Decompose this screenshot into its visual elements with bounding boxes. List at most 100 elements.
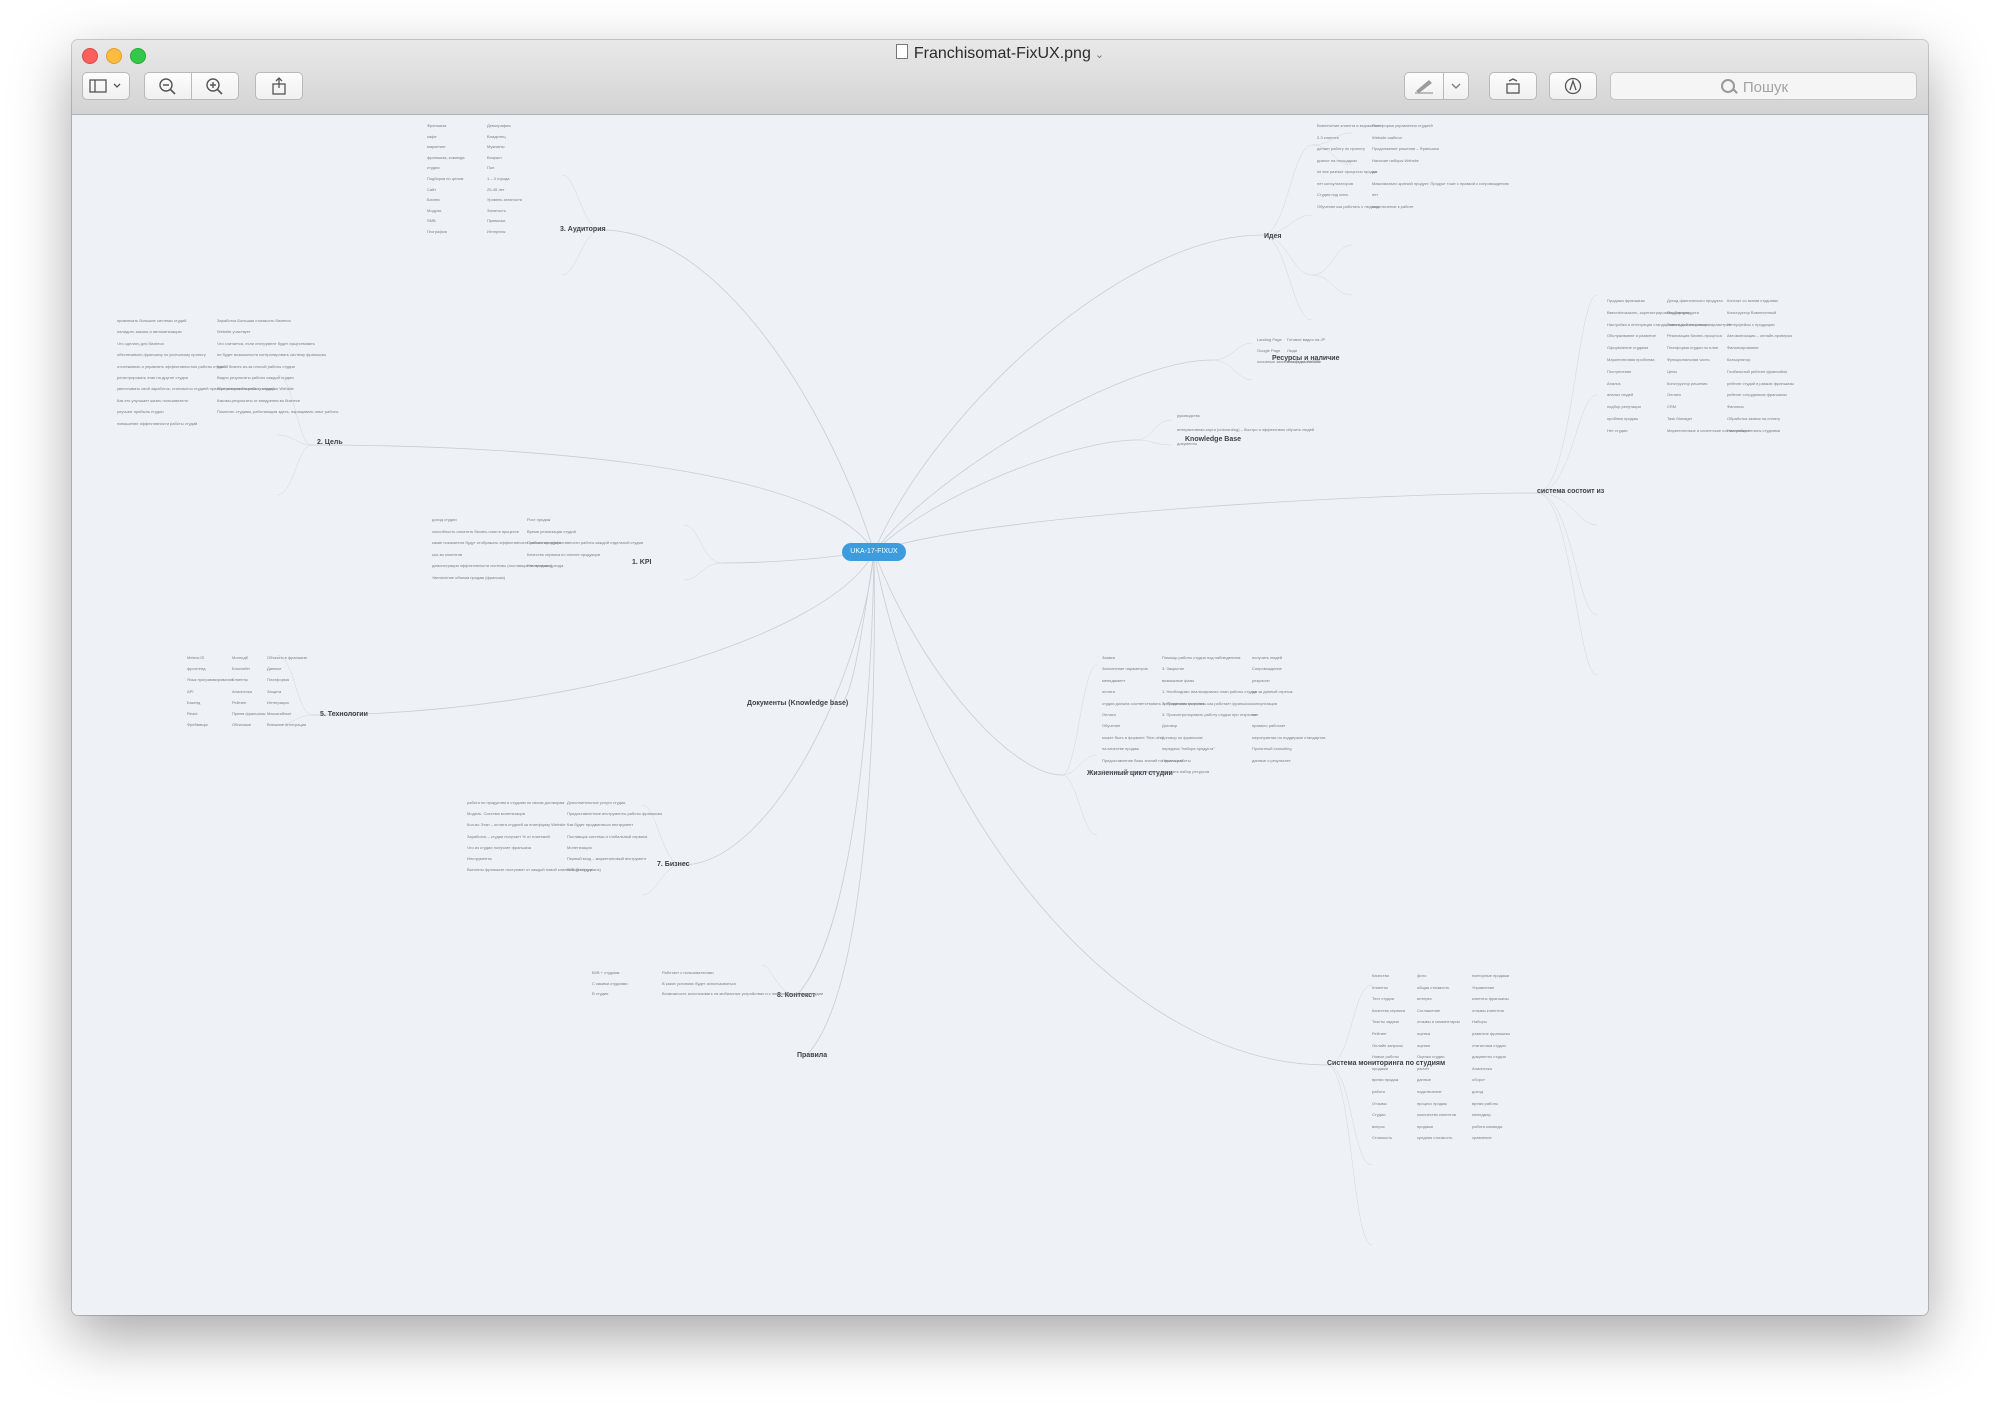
- mindmap-leaf-goal: Видно результаты работы каждой студии: [217, 375, 294, 380]
- mindmap-leaf-monitoring: оценки: [1417, 1042, 1430, 1048]
- mindmap-leaf-tech: фронтенд: [187, 666, 206, 672]
- mindmap-leaf-business: Дополнительные услуги студии: [567, 800, 626, 805]
- mindmap-leaf-system: Автоматизация – онлайн-проверка: [1727, 333, 1792, 339]
- mindmap-leaf-goal: Каковы результаты от внедрения во бизнес…: [217, 397, 301, 403]
- mindmap-leaf-system: Калькулятор: [1727, 357, 1751, 362]
- mindmap-leaf-auditory: Привычки: [487, 218, 506, 224]
- mindmap-leaf-monitoring: общая стоимость: [1417, 984, 1450, 990]
- mindmap-leaf-lifecycle: 3. Проконтролировать работу студии при о…: [1162, 712, 1257, 717]
- window-title: Franchisomat-FixUX.png ⌄: [72, 44, 1928, 63]
- mindmap-leaf-system: Настройка оплаты студиями: [1727, 427, 1780, 433]
- mindmap-center-node[interactable]: UKA-17-FIXUX: [842, 543, 906, 561]
- mindmap-leaf-lifecycle: получить людей: [1252, 655, 1283, 660]
- mindmap-leaf-goal: Как это улучшает жизнь пользователя: [117, 397, 188, 403]
- rotate-icon: [1506, 78, 1520, 94]
- annotate-button[interactable]: [1549, 72, 1597, 100]
- mindmap-leaf-monitoring: Аналитика: [1472, 1065, 1492, 1071]
- node-rules[interactable]: Правила: [797, 1052, 827, 1060]
- mindmap-leaf-monitoring: Отзывы: [1372, 1100, 1387, 1106]
- mindmap-leaf-idea: Продолжение решения – Франшиза: [1372, 146, 1439, 151]
- node-business[interactable]: 7. Бизнес: [657, 861, 690, 869]
- mindmap-leaf-lifecycle: передача "набора продукта": [1162, 746, 1215, 752]
- mindmap-leaf-lifecycle: может быть в формате "Все-чём": [1102, 734, 1164, 740]
- mindmap-leaf-lifecycle: консультация: [1252, 700, 1277, 706]
- mindmap-leaf-context: В каких условиях будет использоваться: [662, 980, 736, 986]
- mindmap-leaf-monitoring: время работы: [1472, 1100, 1499, 1106]
- mindmap-leaf-system: Продажа франшизы: [1607, 298, 1645, 303]
- mindmap-leaf-tech: Блокчейн: [232, 666, 250, 672]
- mindmap-leaf-lifecycle: 3. Закрытие: [1162, 666, 1185, 672]
- mindmap-leaf-tech: Платформа: [267, 677, 289, 683]
- mindmap-leaf-resources: Готовое видео на JP: [1287, 337, 1326, 342]
- node-auditory[interactable]: 3. Аудитория: [560, 226, 606, 234]
- mindmap-leaf-lifecycle: получить набор ресурсов: [1162, 769, 1210, 774]
- mindmap-leaf-lifecycle: 2. Продемонстрировать как работает франш…: [1162, 700, 1252, 706]
- mindmap-leaf-business: Модель. Система монетизации: [467, 811, 525, 817]
- mindmap-leaf-idea: 2-3 клиента: [1317, 134, 1339, 140]
- node-system[interactable]: система состоит из: [1537, 488, 1604, 496]
- search-field[interactable]: [1610, 72, 1920, 101]
- image-canvas: UKA-17-FIXUX Идея Ресурсы и наличие Know…: [72, 115, 1928, 1315]
- mindmap-leaf-auditory: География: [427, 229, 447, 234]
- mindmap-leaf-monitoring: средняя стоимость: [1417, 1135, 1453, 1141]
- node-goal[interactable]: 2. Цель: [317, 439, 343, 447]
- mindmap-leaf-tech: Бэкенд: [187, 699, 201, 705]
- node-tech[interactable]: 5. Технологии: [320, 711, 368, 719]
- mindmap-leaf-tech: Аналитика: [232, 688, 252, 694]
- mindmap-leaf-goal: Что считается, если инструмент будет сущ…: [217, 340, 315, 346]
- rotate-button[interactable]: [1489, 72, 1537, 100]
- markup-pen-button[interactable]: [1404, 72, 1444, 100]
- mindmap-leaf-system: Анализ: [1607, 380, 1621, 386]
- mindmap-leaf-monitoring: менеджер: [1472, 1112, 1491, 1118]
- mindmap-leaf-monitoring: клиенты франшизы: [1472, 996, 1509, 1002]
- mindmap-leaf-lifecycle: мероприятия по поддержке стандартов: [1252, 734, 1326, 740]
- search-input[interactable]: [1611, 73, 1920, 101]
- mindmap-leaf-business: Инструменты: [467, 856, 492, 861]
- mindmap-leaf-monitoring: Студии: [1372, 1112, 1386, 1118]
- mindmap-leaf-goal: Какой бизнес из-за плохой работы студии: [217, 363, 295, 369]
- mindmap-leaf-monitoring: фото: [1417, 973, 1427, 978]
- node-kpi[interactable]: 1. KPI: [632, 559, 651, 567]
- mindmap-leaf-system: CRM: [1667, 404, 1677, 410]
- mindmap-leaf-auditory: Мужчины: [487, 144, 505, 150]
- mindmap-leaf-auditory: Сайт: [427, 186, 437, 192]
- markup-toolbox-icon: [1564, 77, 1582, 95]
- node-docs[interactable]: Документы (Knowledge base): [747, 700, 848, 708]
- zoom-out-button[interactable]: [144, 72, 192, 100]
- mindmap-leaf-context: Возможность использовать на мобильных ус…: [662, 991, 824, 996]
- mindmap-leaf-idea: диалог на площадках: [1317, 157, 1358, 163]
- mindmap-leaf-lifecycle: Договор: [1162, 723, 1178, 729]
- sidebar-toggle-button[interactable]: [82, 72, 130, 100]
- mindmap-leaf-tech: Внешние интеграции: [267, 722, 307, 728]
- zoom-in-button[interactable]: [191, 72, 239, 100]
- mindmap-leaf-goal: Website участвует: [217, 329, 251, 335]
- mindmap-leaf-idea: нет консультаторов: [1317, 180, 1353, 186]
- markup-menu-button[interactable]: [1443, 72, 1469, 100]
- mindmap-leaf-goal: обеспечивать франшизу по успешному проек…: [117, 352, 206, 358]
- mindmap-leaf-context: С какими студиями: [592, 980, 628, 986]
- chevron-down-icon[interactable]: ⌄: [1095, 49, 1104, 61]
- mindmap-leaf-system: Глобальный рейтинг франчайзи: [1727, 368, 1787, 374]
- mindmap-leaf-auditory: франшиза, команда: [427, 154, 465, 160]
- pen-icon: [1415, 80, 1433, 94]
- mindmap-leaf-system: Доход фактического продукта: [1667, 298, 1723, 303]
- mindmap-leaf-goal: Заработок Большая стоимость бизнеса: [217, 318, 291, 323]
- mindmap-leaf-system: Реализация бизнес-процесса: [1667, 333, 1722, 339]
- mindmap-leaf-tech: Интеграция: [267, 699, 289, 705]
- mindmap-leaf-lifecycle: менеджмент: [1102, 677, 1126, 683]
- mindmap-leaf-business: Кол-во Этап – оплата студией за платформ…: [467, 822, 566, 828]
- node-idea[interactable]: Идея: [1264, 233, 1281, 241]
- mindmap-leaf-monitoring: работа: [1372, 1089, 1385, 1094]
- mindmap-leaf-monitoring: отзывы и комментарии: [1417, 1019, 1460, 1025]
- mindmap-leaf-tech: Прием франшизы: [232, 711, 266, 716]
- mindmap-leaf-kb: интерактивная карта (onboarding) – быстр…: [1177, 427, 1315, 432]
- mindmap-leaf-auditory: Бизнес: [427, 197, 441, 203]
- share-button[interactable]: [255, 72, 303, 100]
- mindmap-leaf-kpi: Рост продаж: [527, 517, 551, 522]
- mindmap-leaf-kb: документы: [1177, 441, 1198, 446]
- mindmap-leaf-monitoring: Соглашение: [1417, 1007, 1441, 1013]
- mindmap-leaf-lifecycle: на качестве продаж: [1102, 746, 1139, 752]
- zoom-out-icon: [159, 78, 176, 95]
- mindmap-leaf-system: Контакт со всеми студиями: [1727, 298, 1778, 303]
- mindmap-leaf-system: Платформа студии по план: [1667, 345, 1719, 351]
